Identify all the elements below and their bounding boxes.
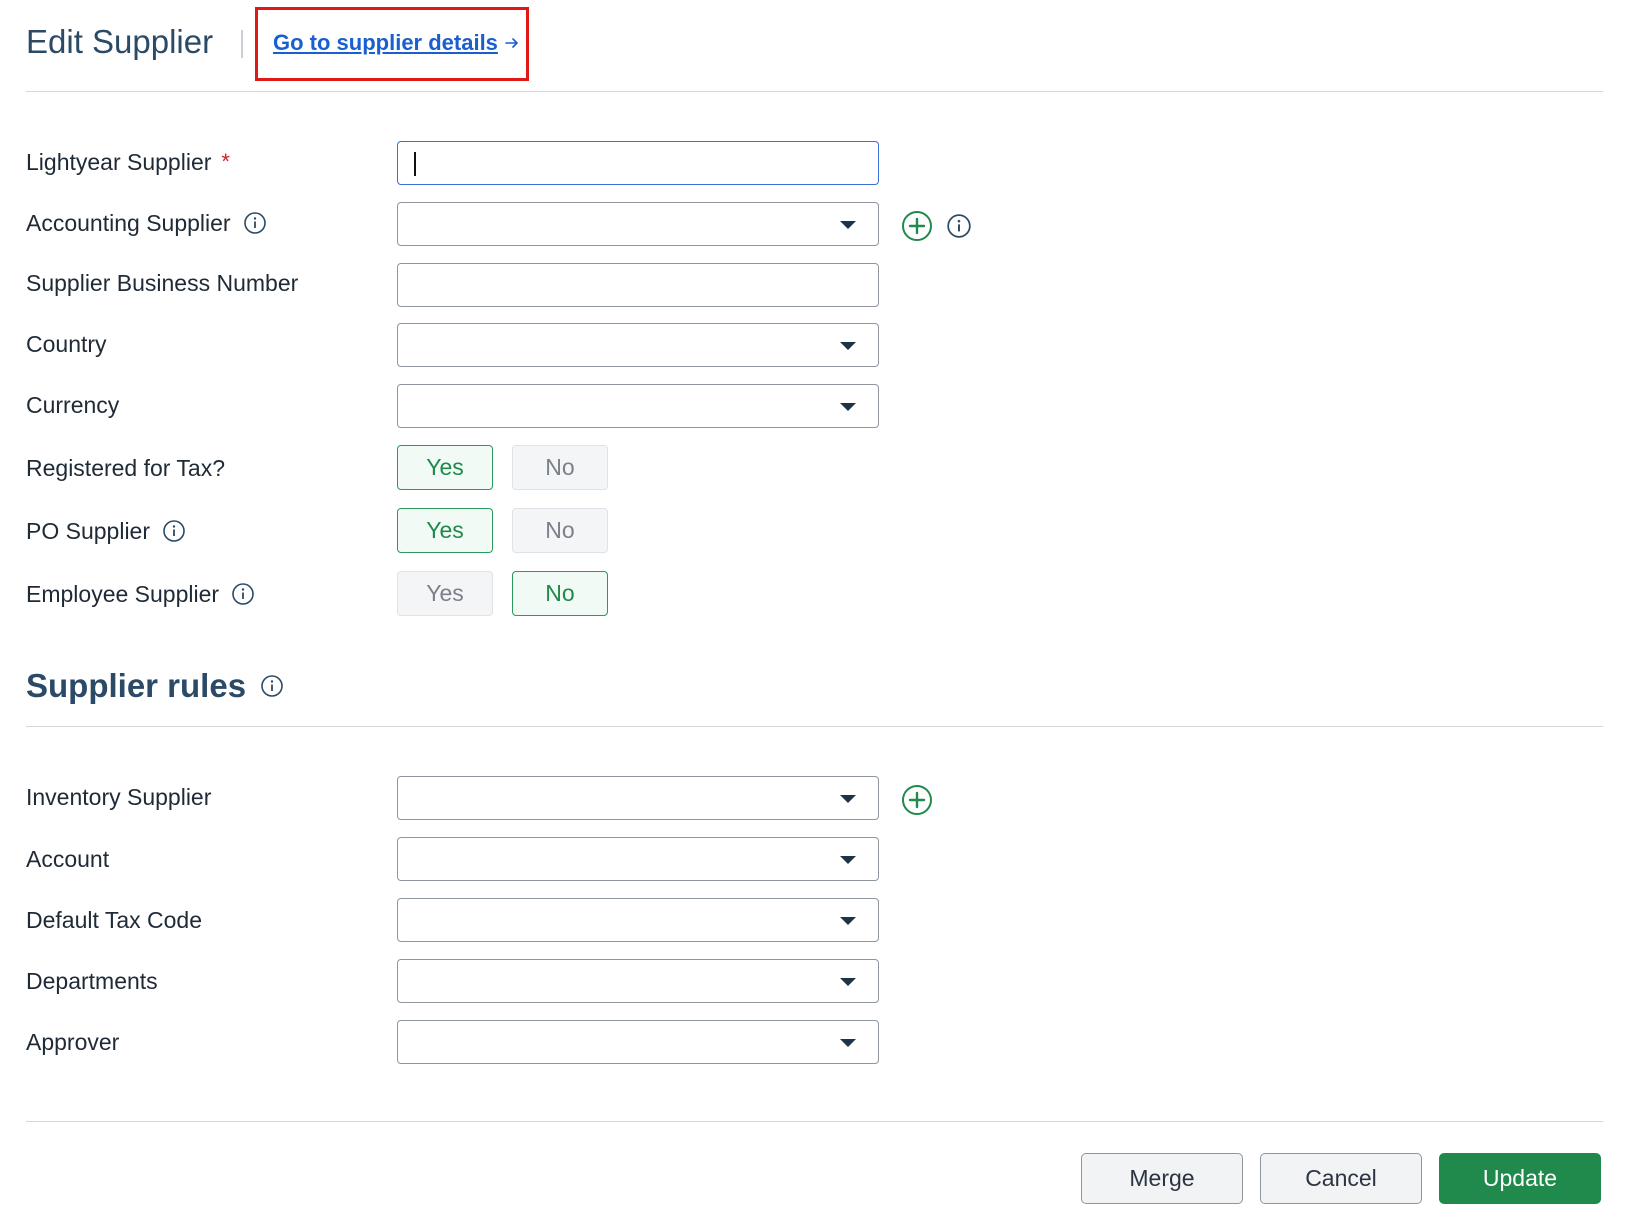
page-title: Edit Supplier [26,23,214,60]
chevron-down-icon [840,795,856,803]
inventory-supplier-select[interactable] [397,776,879,820]
registered-for-tax-label: Registered for Tax? [26,455,226,481]
currency-label: Currency [26,392,120,418]
po-supplier-no[interactable]: No [512,508,608,553]
employee-supplier-label: Employee Supplier [26,579,255,609]
default-tax-code-select[interactable] [397,898,879,942]
departments-label: Departments [26,968,158,994]
info-icon[interactable] [946,213,972,239]
lightyear-supplier-input[interactable] [397,141,879,185]
info-icon[interactable] [231,582,255,606]
approver-select[interactable] [397,1020,879,1064]
chevron-down-icon [840,342,856,350]
business-number-input[interactable] [397,263,879,307]
employee-supplier-no[interactable]: No [512,571,608,616]
arrow-right-icon [504,29,520,59]
section-divider [26,726,1603,727]
chevron-down-icon [840,1039,856,1047]
departments-select[interactable] [397,959,879,1003]
default-tax-code-label: Default Tax Code [26,907,203,933]
account-label: Account [26,846,110,872]
account-select[interactable] [397,837,879,881]
country-label: Country [26,331,107,357]
footer-divider [26,1121,1603,1122]
chevron-down-icon [840,856,856,864]
required-marker: * [221,149,230,174]
info-icon[interactable] [162,519,186,543]
info-icon[interactable] [260,674,284,698]
merge-button[interactable]: Merge [1081,1153,1243,1204]
employee-supplier-yes[interactable]: Yes [397,571,493,616]
po-supplier-label: PO Supplier [26,516,186,546]
approver-label: Approver [26,1029,120,1055]
text-cursor [414,152,416,176]
header-divider [26,91,1603,92]
registered-for-tax-yes[interactable]: Yes [397,445,493,490]
cancel-button[interactable]: Cancel [1260,1153,1422,1204]
supplier-details-link-label: Go to supplier details [273,30,498,55]
chevron-down-icon [840,917,856,925]
supplier-details-link[interactable]: Go to supplier details [273,28,520,59]
accounting-supplier-select[interactable] [397,202,879,246]
country-select[interactable] [397,323,879,367]
supplier-rules-title: Supplier rules [26,666,284,706]
add-inventory-supplier-icon[interactable] [901,784,933,816]
chevron-down-icon [840,978,856,986]
chevron-down-icon [840,403,856,411]
update-button[interactable]: Update [1439,1153,1601,1204]
info-icon[interactable] [243,211,267,235]
add-accounting-supplier-icon[interactable] [901,210,933,242]
inventory-supplier-label: Inventory Supplier [26,784,212,810]
registered-for-tax-no[interactable]: No [512,445,608,490]
accounting-supplier-label: Accounting Supplier [26,208,267,238]
title-separator [241,30,243,58]
lightyear-supplier-label: Lightyear Supplier * [26,149,230,175]
business-number-label: Supplier Business Number [26,270,299,296]
currency-select[interactable] [397,384,879,428]
chevron-down-icon [840,221,856,229]
po-supplier-yes[interactable]: Yes [397,508,493,553]
